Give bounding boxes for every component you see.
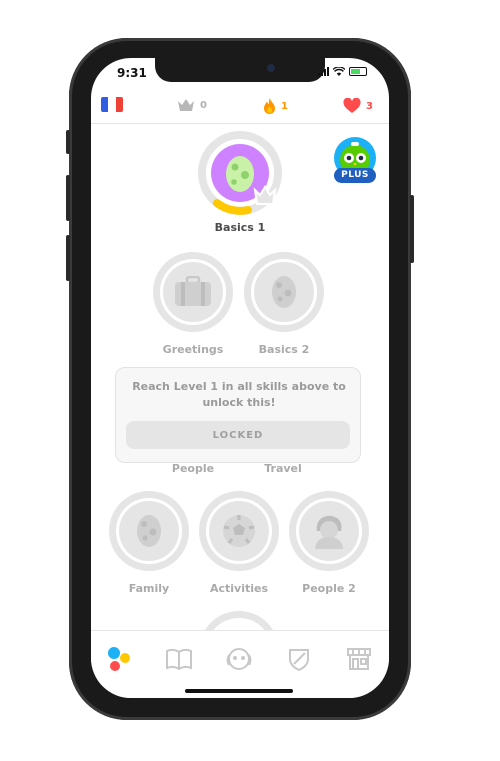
skill-label-family: Family — [128, 582, 170, 595]
signal-icon — [318, 67, 329, 76]
nav-leagues[interactable] — [285, 645, 313, 673]
skill-label-greetings: Greetings — [162, 343, 224, 356]
nav-shop[interactable] — [345, 645, 373, 673]
wifi-icon — [333, 67, 345, 76]
home-indicator[interactable] — [185, 689, 293, 693]
nav-stories[interactable] — [165, 645, 193, 673]
skill-label-people-2: People 2 — [302, 582, 356, 595]
locked-button[interactable]: LOCKED — [126, 421, 350, 449]
bottom-nav — [91, 630, 389, 698]
skill-label-basics-1: Basics 1 — [214, 221, 266, 234]
soccer-ball-icon — [223, 515, 255, 547]
flame-icon — [264, 98, 275, 114]
person-icon — [315, 515, 343, 549]
learn-icon — [108, 647, 130, 671]
shop-icon — [347, 648, 371, 670]
status-time: 9:31 — [117, 66, 147, 80]
top-bar: 0 1 3 — [91, 92, 389, 124]
france-flag-icon[interactable] — [101, 97, 123, 112]
plus-badge[interactable]: PLUS — [333, 136, 377, 186]
streak-stat[interactable]: 1 — [263, 98, 288, 114]
locked-tooltip: Reach Level 1 in all skills above to unl… — [115, 367, 361, 463]
hearts-stat[interactable]: 3 — [343, 98, 373, 114]
egg-locked-icon — [272, 276, 296, 308]
egg-icon — [226, 156, 254, 192]
crown-icon — [178, 99, 194, 111]
skill-label-people: People — [171, 462, 215, 475]
phone-volume-up — [66, 175, 70, 221]
camera-icon — [267, 64, 275, 72]
level-crown-icon — [253, 185, 277, 205]
phone-mute-switch — [66, 130, 70, 154]
phone-volume-down — [66, 235, 70, 281]
profile-icon — [226, 648, 252, 670]
egg-locked-icon — [137, 515, 161, 547]
hearts-count: 3 — [366, 100, 373, 112]
streak-count: 1 — [281, 100, 288, 112]
status-icons — [318, 67, 367, 76]
plus-label: PLUS — [334, 168, 376, 183]
battery-icon — [349, 67, 367, 76]
nav-profile[interactable] — [225, 645, 253, 673]
skill-label-travel: Travel — [264, 462, 302, 475]
phone-power-button — [410, 195, 414, 263]
crowns-count: 0 — [200, 99, 207, 111]
nav-learn[interactable] — [105, 645, 133, 673]
skill-label-activities: Activities — [209, 582, 269, 595]
skill-label-basics-2: Basics 2 — [258, 343, 310, 356]
suitcase-icon — [175, 276, 211, 306]
heart-icon — [343, 98, 361, 113]
leagues-icon — [289, 649, 309, 671]
tooltip-message: Reach Level 1 in all skills above to unl… — [132, 380, 346, 409]
app-screen: 9:31 0 1 3 PLUS Basics 1 Greetings Basic… — [91, 58, 389, 698]
crowns-stat[interactable]: 0 — [177, 98, 207, 112]
notch — [155, 58, 325, 82]
stories-icon — [166, 648, 192, 670]
